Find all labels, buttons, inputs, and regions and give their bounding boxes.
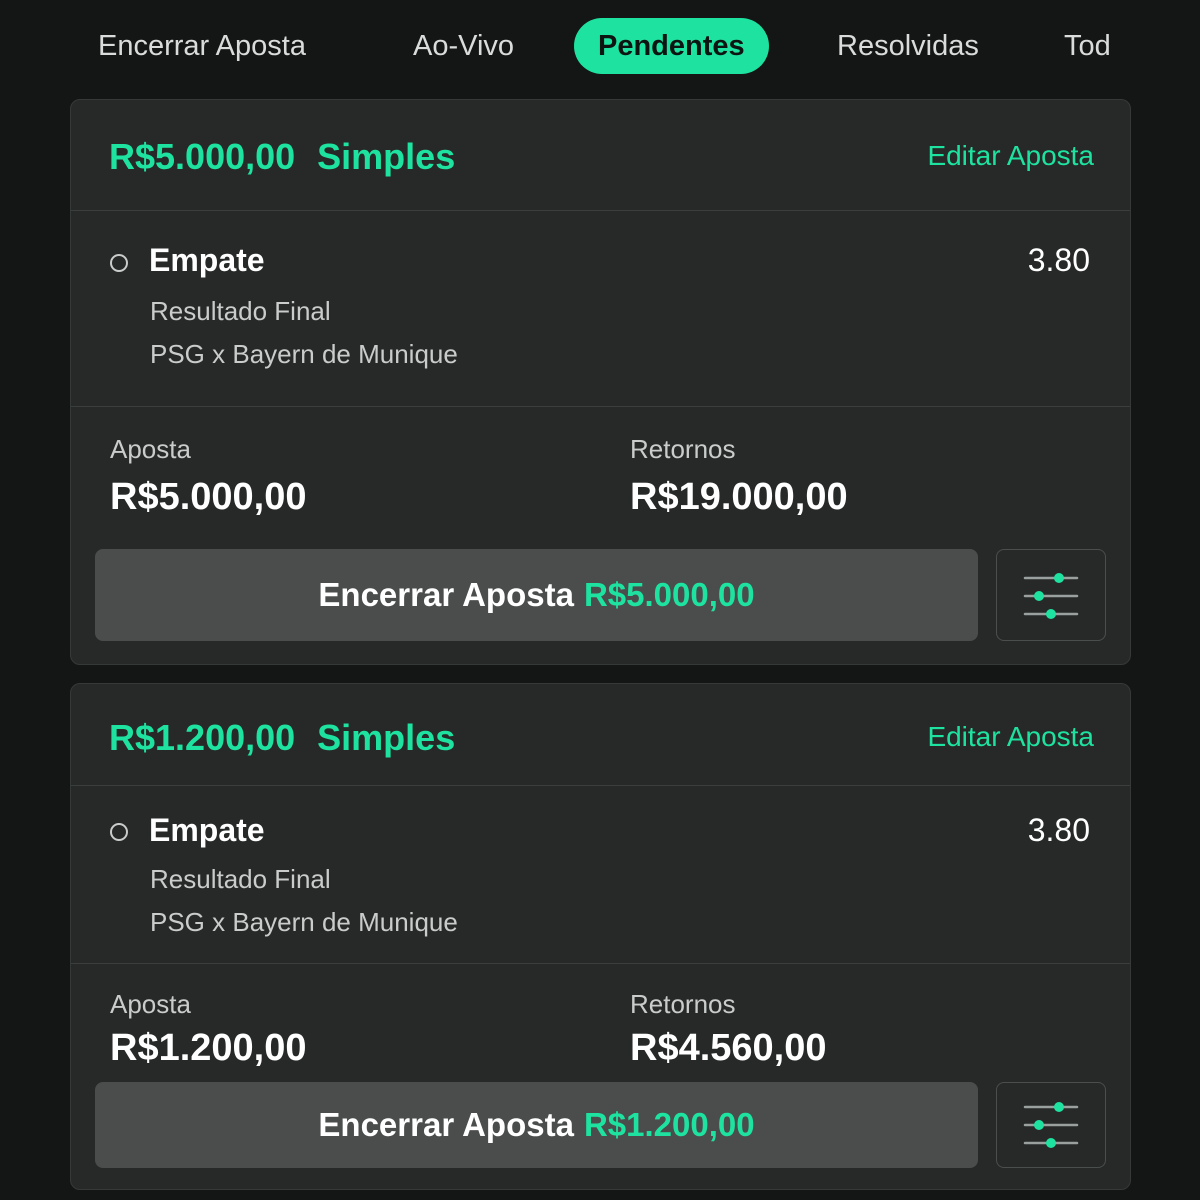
selection-name: Empate bbox=[149, 242, 265, 278]
tab-todas[interactable]: Tod bbox=[1064, 18, 1111, 74]
selection-status-icon bbox=[110, 254, 128, 272]
cashout-value: R$1.200,00 bbox=[583, 1106, 755, 1143]
bet-card-header: R$1.200,00 Simples Editar Aposta bbox=[71, 684, 1130, 786]
selection-block: Empate 3.80 Resultado Final PSG x Bayern… bbox=[71, 786, 1130, 964]
bet-title: R$5.000,00 Simples bbox=[109, 136, 455, 178]
cashout-value: R$5.000,00 bbox=[583, 576, 755, 613]
cashout-button[interactable]: Encerrar Aposta R$1.200,00 bbox=[95, 1082, 978, 1168]
stake-value: R$5.000,00 bbox=[110, 476, 307, 518]
cashout-button[interactable]: Encerrar Aposta R$5.000,00 bbox=[95, 549, 978, 641]
stake-value: R$1.200,00 bbox=[110, 1027, 307, 1069]
cashout-label: Encerrar Aposta bbox=[318, 576, 574, 613]
edit-bet-link[interactable]: Editar Aposta bbox=[927, 721, 1094, 753]
returns-value: R$19.000,00 bbox=[630, 476, 848, 518]
returns-value: R$4.560,00 bbox=[630, 1027, 827, 1069]
stake-caption: Aposta bbox=[110, 989, 191, 1019]
tab-ao-vivo[interactable]: Ao-Vivo bbox=[413, 18, 514, 74]
bet-stake-amount: R$1.200,00 bbox=[109, 717, 296, 758]
cashout-settings-button[interactable] bbox=[996, 1082, 1106, 1168]
market-name: Resultado Final bbox=[150, 296, 331, 326]
returns-caption: Retornos bbox=[630, 434, 736, 464]
tab-resolvidas[interactable]: Resolvidas bbox=[837, 18, 979, 74]
cashout-settings-button[interactable] bbox=[996, 549, 1106, 641]
edit-bet-link[interactable]: Editar Aposta bbox=[927, 140, 1094, 172]
bet-type: Simples bbox=[317, 717, 456, 758]
returns-caption: Retornos bbox=[630, 989, 736, 1019]
event-name: PSG x Bayern de Munique bbox=[150, 907, 458, 937]
sliders-icon bbox=[1023, 573, 1079, 619]
tab-pendentes[interactable]: Pendentes bbox=[574, 18, 769, 74]
sliders-icon bbox=[1023, 1102, 1079, 1148]
bet-card-header: R$5.000,00 Simples Editar Aposta bbox=[71, 100, 1130, 211]
bet-card: R$1.200,00 Simples Editar Aposta Empate 3… bbox=[70, 683, 1131, 1190]
selection-odds: 3.80 bbox=[1027, 812, 1090, 848]
selection-odds: 3.80 bbox=[1027, 242, 1090, 278]
selection-block: Empate 3.80 Resultado Final PSG x Bayern… bbox=[71, 211, 1130, 407]
market-name: Resultado Final bbox=[150, 864, 331, 894]
bet-card: R$5.000,00 Simples Editar Aposta Empate 3… bbox=[70, 99, 1131, 665]
selection-name: Empate bbox=[149, 812, 265, 848]
bet-title: R$1.200,00 Simples bbox=[109, 717, 455, 759]
bet-status-tabs: Encerrar Aposta Ao-Vivo Pendentes Resolv… bbox=[0, 0, 1200, 92]
bet-stake-amount: R$5.000,00 bbox=[109, 136, 296, 177]
event-name: PSG x Bayern de Munique bbox=[150, 339, 458, 369]
cashout-label: Encerrar Aposta bbox=[318, 1106, 574, 1143]
stake-caption: Aposta bbox=[110, 434, 191, 464]
selection-status-icon bbox=[110, 823, 128, 841]
bet-type: Simples bbox=[317, 136, 456, 177]
tab-encerrar-aposta[interactable]: Encerrar Aposta bbox=[98, 18, 306, 74]
